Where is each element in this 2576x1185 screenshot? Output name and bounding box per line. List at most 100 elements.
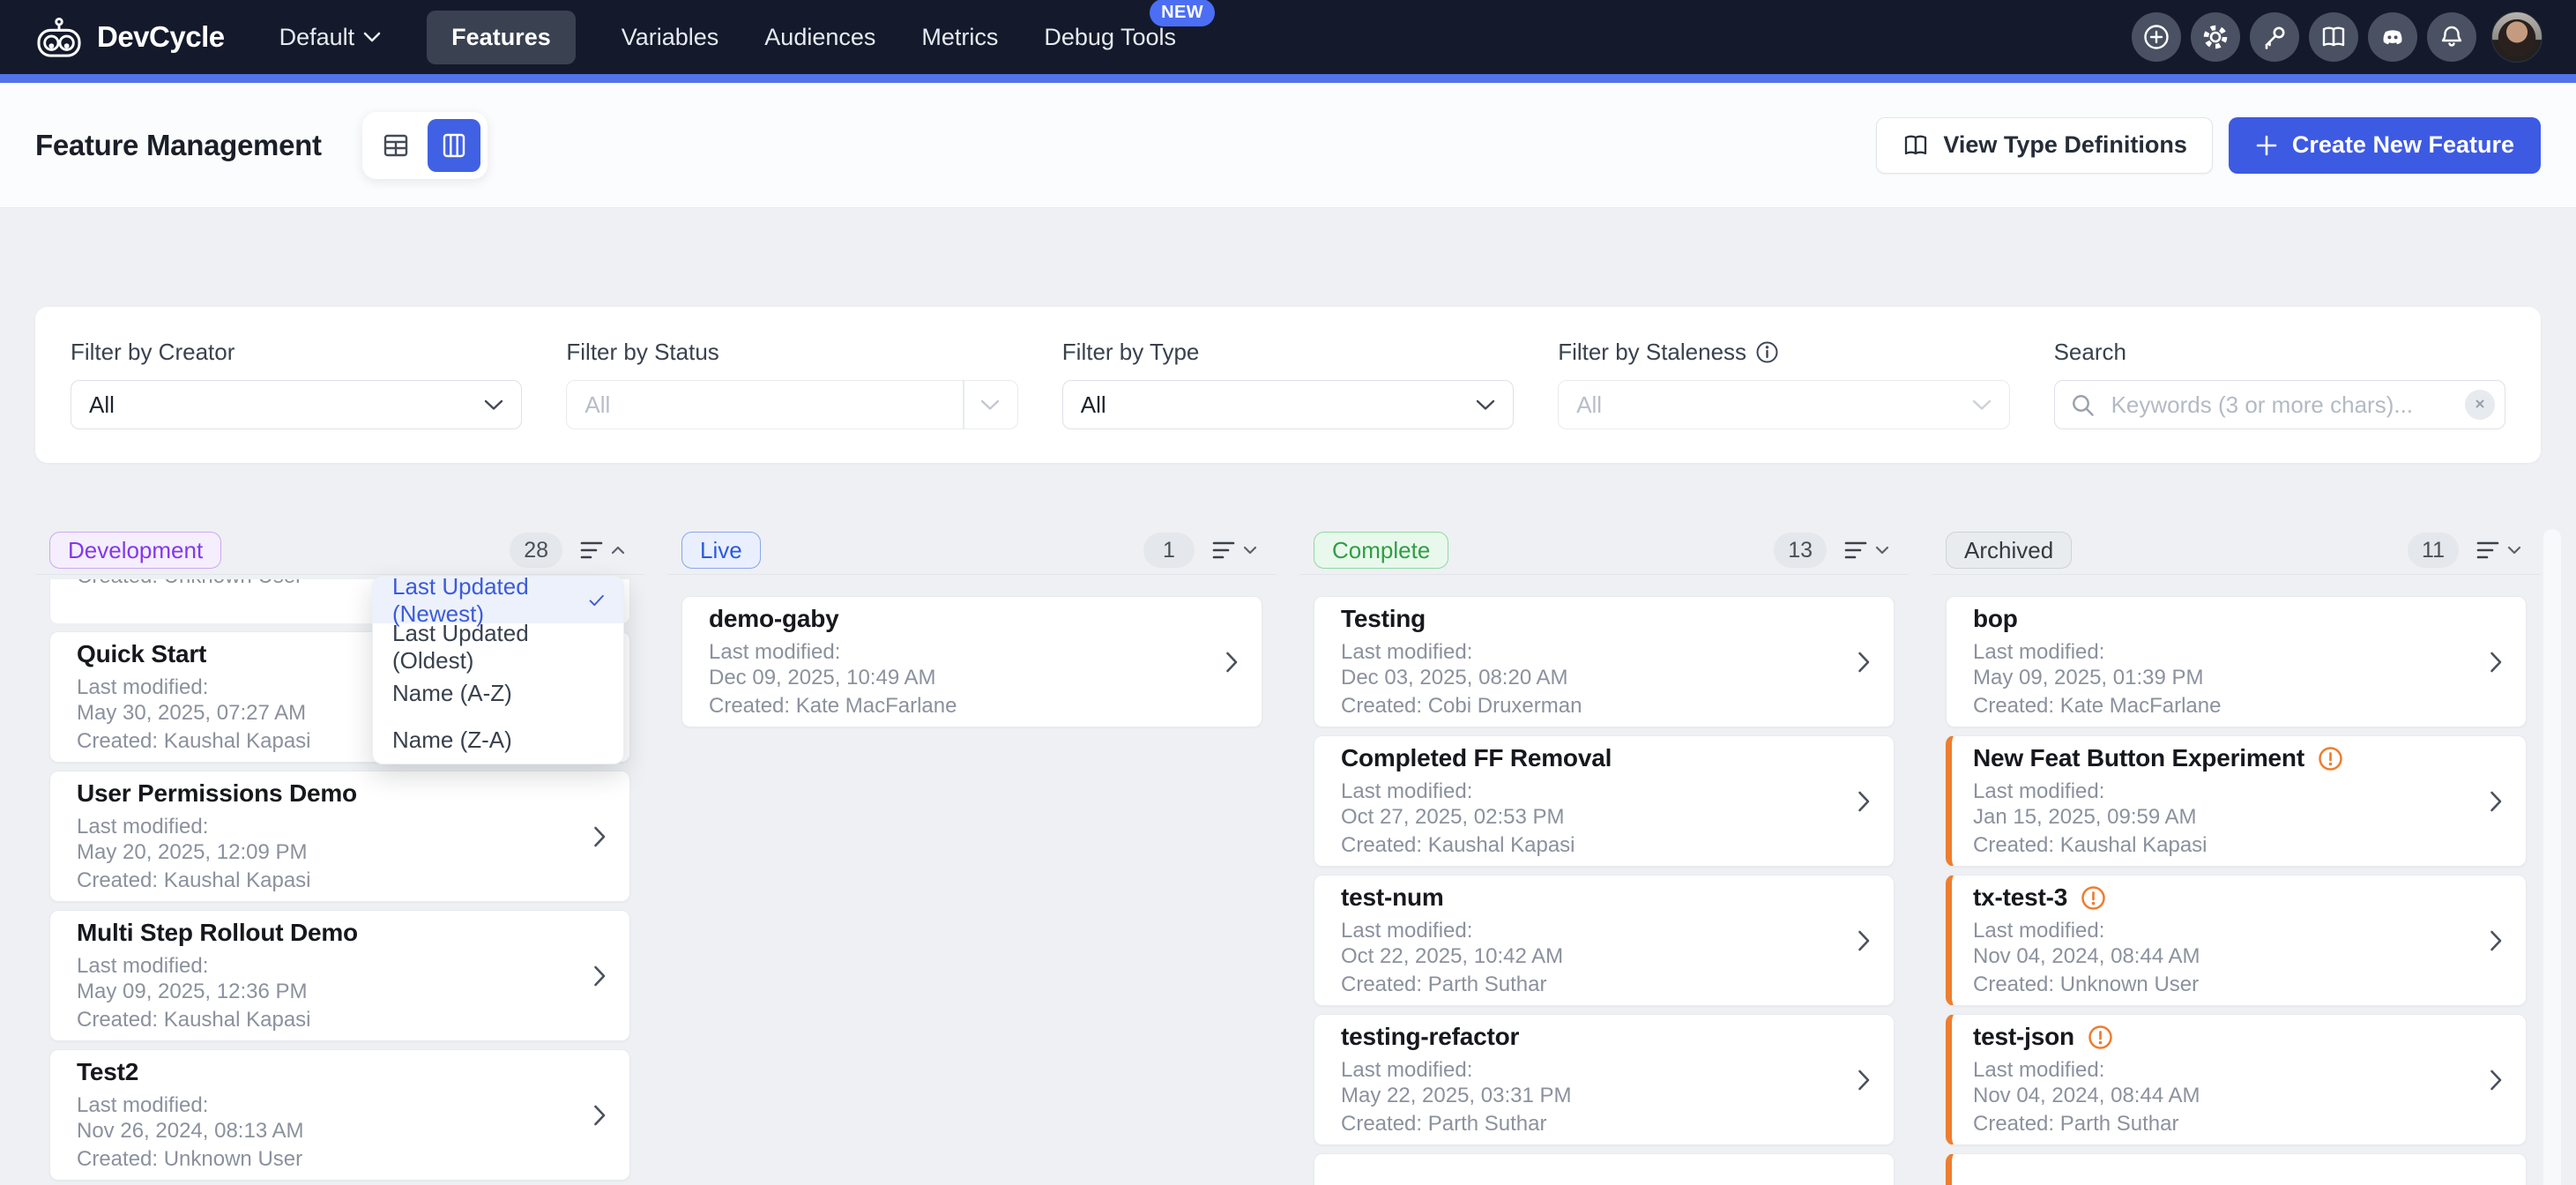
discord-icon	[2378, 22, 2408, 52]
discord-button[interactable]	[2368, 12, 2417, 62]
plus-icon	[2255, 134, 2278, 157]
chevron-down-icon	[363, 32, 381, 42]
column-header: Development 28	[49, 530, 630, 570]
last-modified-date: Nov 04, 2024, 08:44 AM	[1973, 943, 2200, 969]
nav-item-features[interactable]: Features	[427, 11, 576, 64]
column-sort-button[interactable]	[1839, 533, 1895, 567]
create-new-feature-button[interactable]: Create New Feature	[2229, 117, 2541, 174]
filter-staleness-value: All	[1576, 391, 1971, 419]
notifications-button[interactable]	[2427, 12, 2476, 62]
column-status-badge: Archived	[1946, 532, 2072, 569]
plus-circle-icon	[2142, 23, 2170, 51]
docs-button[interactable]	[2309, 12, 2358, 62]
feature-card[interactable]: New Feat Button Experiment Last modified…	[1946, 735, 2527, 867]
clear-search-button[interactable]	[2465, 390, 2495, 420]
feature-title-row: Completed FF Removal	[1341, 744, 1612, 772]
column-status-badge: Complete	[1314, 532, 1448, 569]
feature-title-row: Testing	[1341, 605, 1582, 633]
feature-card-body: Quick Start Last modified: May 30, 2025,…	[77, 640, 311, 754]
create-new-feature-label: Create New Feature	[2292, 131, 2514, 159]
last-modified-date: Jan 15, 2025, 09:59 AM	[1973, 804, 2343, 830]
new-badge: NEW	[1150, 0, 1215, 26]
page-scrollbar[interactable]	[2543, 529, 2561, 1185]
nav-item-label: Features	[451, 24, 551, 51]
sort-option-label: Name (Z-A)	[392, 727, 512, 754]
feature-title: testing-refactor	[1341, 1023, 1519, 1051]
nav-item-debug-tools[interactable]: Debug Tools NEW	[1044, 24, 1176, 51]
feature-card[interactable]: testing-refactor Last modified: May 22, …	[1314, 1014, 1895, 1145]
created-by: Created: Kaushal Kapasi	[77, 1007, 358, 1032]
filter-status: Filter by Status All	[566, 339, 1017, 429]
nav-item-audiences[interactable]: Audiences	[764, 24, 875, 51]
column-cards: demo-gaby Last modified: Dec 09, 2025, 1…	[681, 575, 1262, 727]
feature-card[interactable]: User Permissions Demo Last modified: May…	[49, 771, 630, 902]
sort-option-name-za[interactable]: Name (Z-A)	[373, 717, 623, 764]
open-feature-chevron-icon	[1858, 651, 1871, 674]
feature-card[interactable]: Completed FF Removal Last modified: Oct …	[1314, 735, 1895, 867]
feature-card[interactable]: rachel-test Last modified:	[1946, 1153, 2527, 1185]
column-sort-button[interactable]	[2471, 533, 2527, 567]
last-modified-date: May 30, 2025, 07:27 AM	[77, 700, 311, 726]
filter-creator-select[interactable]: All	[71, 380, 522, 429]
column-cards: bop Last modified: May 09, 2025, 01:39 P…	[1946, 575, 2527, 1185]
column-count-badge: 28	[510, 533, 562, 568]
last-modified-label: Last modified:	[1973, 779, 2343, 804]
search-field-wrap	[2054, 380, 2505, 429]
feature-card[interactable]: demo-paul Last modified:	[1314, 1153, 1895, 1185]
nav-item-metrics[interactable]: Metrics	[921, 24, 998, 51]
nav-item-variables[interactable]: Variables	[622, 24, 719, 51]
sort-option-name-az[interactable]: Name (A-Z)	[373, 670, 623, 717]
api-keys-button[interactable]	[2250, 12, 2299, 62]
last-modified-date: May 20, 2025, 12:09 PM	[77, 839, 357, 865]
user-avatar[interactable]	[2491, 11, 2542, 63]
open-feature-chevron-icon	[593, 965, 607, 988]
kanban-view-button[interactable]	[428, 119, 480, 172]
key-icon	[2260, 23, 2289, 51]
feature-card[interactable]: demo-gaby Last modified: Dec 09, 2025, 1…	[681, 596, 1262, 727]
sort-option-last-updated-oldest[interactable]: Last Updated (Oldest)	[373, 623, 623, 670]
column-sort-button[interactable]	[575, 533, 630, 567]
feature-card-body: Last modified: Created: Unknown User	[77, 579, 302, 589]
project-selector-label: Default	[279, 24, 355, 51]
feature-card[interactable]: Test2 Last modified: Nov 26, 2024, 08:13…	[49, 1049, 630, 1181]
feature-card-body: bop Last modified: May 09, 2025, 01:39 P…	[1973, 605, 2221, 719]
search-input[interactable]	[2054, 380, 2505, 429]
settings-button[interactable]	[2191, 12, 2240, 62]
created-by: Created: Kaushal Kapasi	[77, 728, 311, 754]
devcycle-logo[interactable]: DevCycle	[34, 16, 225, 58]
filter-type-select[interactable]: All	[1062, 380, 1514, 429]
feature-card[interactable]: tx-test-3 Last modified: Nov 04, 2024, 0…	[1946, 875, 2527, 1006]
kanban-view-icon	[439, 130, 469, 160]
chevron-down-icon	[980, 399, 1000, 411]
add-button[interactable]	[2132, 12, 2181, 62]
nav-accent-bar	[0, 74, 2576, 83]
chevron-down-icon	[1972, 399, 1992, 411]
sort-option-last-updated-newest[interactable]: Last Updated (Newest)	[373, 577, 623, 623]
feature-card[interactable]: bop Last modified: May 09, 2025, 01:39 P…	[1946, 596, 2527, 727]
last-modified-label: Last modified:	[1973, 1057, 2200, 1083]
created-by: Created: Unknown User	[1973, 972, 2200, 997]
filter-staleness-select[interactable]: All	[1558, 380, 2009, 429]
feature-card[interactable]: test-num Last modified: Oct 22, 2025, 10…	[1314, 875, 1895, 1006]
feature-card[interactable]: Multi Step Rollout Demo Last modified: M…	[49, 910, 630, 1041]
view-type-definitions-button[interactable]: View Type Definitions	[1876, 117, 2213, 174]
feature-card[interactable]: test-json Last modified: Nov 04, 2024, 0…	[1946, 1014, 2527, 1145]
last-modified-label: Last modified:	[1341, 639, 1582, 665]
last-modified-label: Last modified:	[1341, 779, 1612, 804]
feature-title: Completed FF Removal	[1341, 744, 1612, 772]
select-divider	[963, 381, 964, 429]
project-selector[interactable]: Default	[279, 24, 382, 51]
table-view-button[interactable]	[369, 119, 422, 172]
last-modified-date: Oct 22, 2025, 10:42 AM	[1341, 943, 1563, 969]
feature-title-row: bop	[1973, 605, 2221, 633]
last-modified-date: Dec 09, 2025, 10:49 AM	[709, 665, 957, 690]
column-sort-button[interactable]	[1207, 533, 1262, 567]
chevron-down-icon	[484, 399, 503, 411]
feature-title-row: testing-refactor	[1341, 1023, 1572, 1051]
last-modified-label: Last modified:	[77, 674, 311, 700]
filter-status-select[interactable]: All	[566, 380, 1017, 429]
column-count-badge: 13	[1774, 533, 1827, 568]
sort-lines-icon	[2476, 540, 2499, 560]
info-icon[interactable]	[1755, 340, 1779, 364]
feature-card[interactable]: Testing Last modified: Dec 03, 2025, 08:…	[1314, 596, 1895, 727]
